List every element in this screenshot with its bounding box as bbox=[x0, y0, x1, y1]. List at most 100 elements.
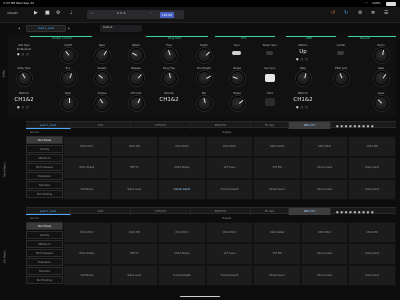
matrix-source-item[interactable]: Expression bbox=[26, 172, 63, 180]
matrix-cell[interactable]: HPF CF bbox=[110, 243, 159, 265]
filter-amt-knob[interactable] bbox=[334, 71, 349, 86]
undo-icon[interactable]: ↺ bbox=[331, 11, 335, 16]
settings-icon[interactable]: ⚙ bbox=[56, 11, 60, 16]
key-sync-button[interactable] bbox=[265, 74, 275, 82]
matrix-source-item[interactable]: Velocity bbox=[26, 145, 63, 153]
matrix-cell[interactable]: OSC2 PW bbox=[348, 136, 396, 158]
matrix-cell[interactable]: OSC2 Pitch bbox=[300, 222, 349, 244]
temposync-toggle[interactable] bbox=[266, 51, 273, 55]
matrix-cell[interactable]: Chorus Send bbox=[300, 157, 349, 179]
matrix-cell[interactable]: Delay Send bbox=[348, 264, 396, 286]
cutoff-knob[interactable] bbox=[61, 48, 76, 63]
matrix-source-item[interactable]: Aftertouch bbox=[26, 240, 63, 248]
matrix-cell[interactable]: VCF Level bbox=[205, 157, 254, 179]
kbd-type-dots[interactable]: ● ○ ○ bbox=[17, 52, 29, 56]
midi-ch-right-dots[interactable]: ● ○ ○ bbox=[296, 105, 308, 109]
preset-prev-icon[interactable]: ◀ bbox=[18, 27, 20, 31]
reso-knob[interactable] bbox=[95, 48, 110, 63]
matrix-cell[interactable]: OSC2 Shape bbox=[158, 243, 206, 265]
loop-icon[interactable]: ⟲ bbox=[91, 12, 93, 16]
matrix-source-item[interactable]: Pitch Pressure bbox=[26, 249, 63, 257]
hold-button[interactable] bbox=[265, 98, 275, 106]
step-dots-1[interactable]: ● ● ● ● ● ● ● ● ● bbox=[336, 124, 374, 128]
midi-ch-value[interactable]: CH1&2 bbox=[12, 97, 36, 103]
attack-knob[interactable] bbox=[129, 48, 144, 63]
midi-ch-right-value[interactable]: CH1&2 bbox=[291, 97, 315, 103]
sync-toggle[interactable] bbox=[232, 51, 241, 55]
redo-icon[interactable]: ↻ bbox=[344, 11, 348, 16]
matrix-source-item[interactable]: Expression bbox=[26, 258, 63, 266]
matrix-cell[interactable]: Chorus Send bbox=[300, 264, 349, 286]
matrix-cell[interactable]: VCF PW bbox=[253, 157, 301, 179]
matrix-cell[interactable]: Reverb Send bbox=[253, 178, 301, 200]
gate-knob[interactable] bbox=[374, 71, 389, 86]
matrix-cell[interactable]: OSC1 Pitch bbox=[158, 136, 206, 158]
phase-knob[interactable] bbox=[230, 96, 245, 111]
matrix-cell[interactable]: OSC2 Pitch bbox=[205, 222, 254, 244]
tab2-0[interactable]: Lead 1_Lead bbox=[26, 208, 71, 215]
matrix-cell[interactable]: Formula Depth bbox=[205, 264, 254, 286]
matrix-cell[interactable]: Formula Depth bbox=[158, 264, 206, 286]
midi-ch-dots[interactable]: ● ○ ○ bbox=[17, 105, 29, 109]
matrix-cell[interactable]: OSC1 PW bbox=[110, 222, 159, 244]
matrix-cell[interactable]: OSC1 Pitch bbox=[63, 222, 111, 244]
matrix-cell[interactable]: Reverb Send bbox=[253, 264, 301, 286]
matrix-source-item[interactable]: Mod Wheel bbox=[26, 222, 63, 230]
matrix-cell[interactable]: OSC2 PW bbox=[348, 222, 396, 244]
matrix-cell[interactable]: OSC1 Shape bbox=[63, 157, 111, 179]
octave-knob[interactable] bbox=[95, 96, 110, 111]
matrix-cell[interactable]: OSC1 Pitch bbox=[63, 136, 111, 158]
matrix-cell[interactable]: Delay Send bbox=[348, 243, 396, 265]
preset-next-icon[interactable]: ▶ bbox=[68, 27, 70, 31]
tab2-1[interactable]: VCO bbox=[71, 208, 131, 215]
matrix-source-item[interactable]: Aftertouch bbox=[26, 154, 63, 162]
depth-knob[interactable] bbox=[197, 48, 212, 63]
tab2-3[interactable]: ENV/LFO bbox=[191, 208, 251, 215]
metronome-icon[interactable]: ♪ bbox=[150, 12, 152, 16]
tab1-5[interactable]: KBD CTV bbox=[289, 122, 331, 129]
matrix-source-item[interactable]: Pitch Pressure bbox=[26, 163, 63, 171]
matrix-cell[interactable]: Wave Level bbox=[110, 264, 159, 286]
matrix-cell[interactable]: HPF CF bbox=[110, 157, 159, 179]
release-knob[interactable] bbox=[129, 71, 144, 86]
sustain-knob[interactable] bbox=[95, 71, 110, 86]
step-dots-2[interactable]: ● ● ● ● ● ● ● ● ● bbox=[336, 210, 374, 214]
matrix-source-item[interactable]: Kbd Tracking bbox=[26, 190, 63, 198]
matrix-cell[interactable]: Formula Depth bbox=[205, 178, 254, 200]
velocity-value[interactable]: CH1&2 bbox=[157, 97, 181, 103]
matrix-cell[interactable]: OSC2 Pitch bbox=[300, 136, 349, 158]
matrix-cell[interactable]: VCF Level bbox=[205, 243, 254, 265]
matrix-cell[interactable]: Wave Level bbox=[110, 178, 159, 200]
matrix-cell[interactable]: Vibrato Depth bbox=[158, 178, 206, 200]
matrix-cell[interactable]: Chorus Send bbox=[300, 243, 349, 265]
pattern-dots[interactable]: ● ○ ○ bbox=[296, 57, 308, 61]
mix-knob[interactable] bbox=[197, 96, 212, 111]
freq-knob[interactable] bbox=[162, 48, 177, 63]
rate-knob[interactable] bbox=[296, 71, 311, 86]
matrix-cell[interactable]: OSC1 Pitch bbox=[158, 222, 206, 244]
menu-icon[interactable]: ☰ bbox=[384, 11, 388, 16]
matrix-cell[interactable]: VCO Noise bbox=[63, 178, 111, 200]
tempo-display[interactable]: 120.00 bbox=[160, 11, 174, 18]
stop-icon[interactable]: ■ bbox=[45, 11, 50, 16]
preset-name[interactable]: Lead 1_Lead bbox=[26, 25, 66, 32]
matrix-source-item[interactable]: Mod Wheel bbox=[26, 136, 63, 144]
matrix-source-item[interactable]: Note Nos bbox=[26, 267, 63, 275]
tab2-5[interactable]: KBD CTV bbox=[289, 208, 331, 215]
matrix-cell[interactable]: Delay Send bbox=[348, 157, 396, 179]
pattern-value[interactable]: Up bbox=[291, 49, 315, 55]
matrix-cell[interactable]: Delay Send bbox=[348, 178, 396, 200]
play-icon[interactable]: ▶ bbox=[34, 11, 38, 16]
tab1-2[interactable]: VCF/LFO bbox=[131, 122, 191, 129]
matrix-source-item[interactable]: Note Nos bbox=[26, 181, 63, 189]
matrix-source-item[interactable]: Kbd Tracking bbox=[26, 276, 63, 284]
matrix-cell[interactable]: OSC2 Detail bbox=[253, 136, 301, 158]
matrix-source-item[interactable]: Velocity bbox=[26, 231, 63, 239]
note-knob[interactable] bbox=[61, 96, 76, 111]
env-knob[interactable] bbox=[61, 71, 76, 86]
mod-depth-knob[interactable] bbox=[197, 71, 212, 86]
shape-knob[interactable] bbox=[230, 71, 245, 86]
gear-icon[interactable]: ⚙ bbox=[358, 11, 362, 16]
matrix-cell[interactable]: OSC2 Pitch bbox=[205, 136, 254, 158]
tab1-3[interactable]: ENV/LFO bbox=[191, 122, 251, 129]
